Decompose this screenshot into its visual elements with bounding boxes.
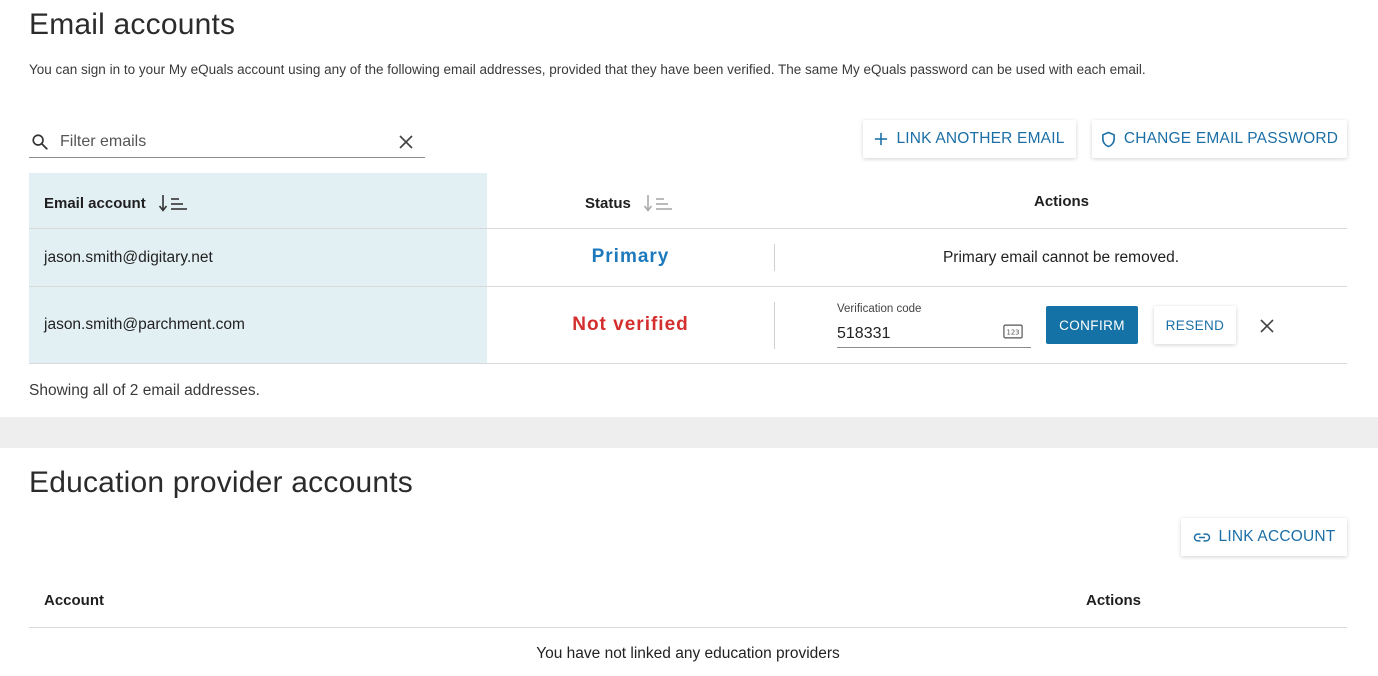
- email-accounts-title: Email accounts: [29, 8, 236, 41]
- link-icon: [1193, 532, 1210, 542]
- svg-text:123: 123: [1007, 329, 1020, 337]
- status-badge: Primary: [591, 246, 670, 267]
- link-another-email-label: LINK ANOTHER EMAIL: [896, 130, 1065, 147]
- link-account-button[interactable]: LINK ACCOUNT: [1181, 518, 1347, 556]
- section-divider: [0, 417, 1378, 448]
- sort-icon[interactable]: [643, 193, 673, 213]
- verification-code-field: Verification code 123: [837, 302, 1031, 348]
- education-provider-title: Education provider accounts: [29, 466, 413, 499]
- link-another-email-button[interactable]: LINK ANOTHER EMAIL: [863, 120, 1076, 158]
- header-email-account[interactable]: Email account: [44, 193, 188, 213]
- table-header: Email account Status Actions: [29, 173, 1347, 229]
- verification-code-input[interactable]: [837, 324, 987, 344]
- header-status[interactable]: Status: [585, 193, 673, 213]
- primary-note: Primary email cannot be removed.: [942, 249, 1180, 266]
- education-provider-section: Education provider accounts: [0, 448, 1378, 676]
- change-email-password-button[interactable]: CHANGE EMAIL PASSWORD: [1092, 120, 1347, 158]
- divider: [774, 302, 775, 349]
- plus-icon: [875, 132, 888, 146]
- confirm-button[interactable]: CONFIRM: [1046, 306, 1138, 344]
- close-icon[interactable]: [397, 133, 415, 151]
- resend-button[interactable]: RESEND: [1154, 306, 1236, 344]
- link-account-label: LINK ACCOUNT: [1218, 528, 1336, 545]
- table-row: jason.smith@parchment.com Not verified V…: [29, 287, 1347, 364]
- sort-icon[interactable]: [158, 193, 188, 213]
- change-email-password-label: CHANGE EMAIL PASSWORD: [1123, 130, 1339, 147]
- header-actions: Actions: [1034, 193, 1090, 210]
- email-address: jason.smith@parchment.com: [44, 316, 245, 333]
- showing-count: Showing all of 2 email addresses.: [29, 382, 260, 399]
- status-badge: Not verified: [572, 314, 689, 335]
- filter-emails-input[interactable]: [60, 131, 380, 153]
- education-table-header: Account Actions: [29, 580, 1347, 628]
- shield-icon: [1101, 131, 1115, 147]
- email-accounts-intro: You can sign in to your My eQuals accoun…: [29, 62, 1146, 77]
- table-row: jason.smith@digitary.net Primary Primary…: [29, 229, 1347, 287]
- email-accounts-table: Email account Status Actions jason.smith…: [29, 173, 1347, 364]
- header-account: Account: [44, 592, 104, 609]
- verification-code-label: Verification code: [837, 303, 922, 315]
- header-actions: Actions: [1086, 592, 1142, 609]
- empty-state-message: You have not linked any education provid…: [536, 645, 840, 662]
- email-address: jason.smith@digitary.net: [44, 249, 213, 266]
- search-icon: [32, 134, 48, 150]
- filter-emails: [29, 126, 425, 158]
- close-icon[interactable]: [1258, 317, 1276, 335]
- numeric-keypad-icon: 123: [1003, 324, 1023, 339]
